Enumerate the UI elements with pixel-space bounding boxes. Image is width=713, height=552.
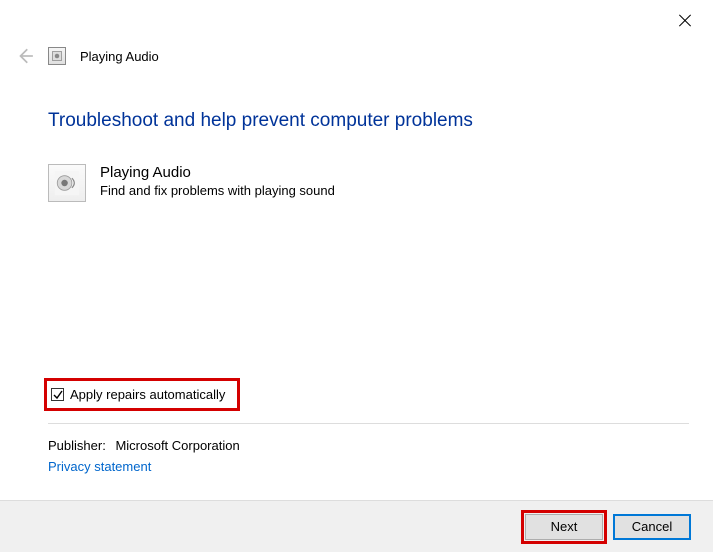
troubleshooter-text: Playing Audio Find and fix problems with…: [100, 164, 335, 198]
publisher-label: Publisher:: [48, 438, 106, 453]
apply-repairs-checkbox[interactable]: Apply repairs automatically: [44, 378, 240, 411]
privacy-statement-link[interactable]: Privacy statement: [48, 459, 689, 474]
next-button[interactable]: Next: [525, 514, 603, 540]
cancel-button[interactable]: Cancel: [613, 514, 691, 540]
close-button[interactable]: [677, 12, 693, 28]
lower-block: Apply repairs automatically Publisher: M…: [48, 378, 689, 474]
troubleshooter-window-icon: [48, 47, 66, 65]
content-area: Troubleshoot and help prevent computer p…: [48, 110, 689, 202]
checkbox-icon: [51, 388, 64, 401]
apply-repairs-label: Apply repairs automatically: [70, 387, 225, 402]
troubleshooter-item: Playing Audio Find and fix problems with…: [48, 164, 689, 202]
publisher-value: Microsoft Corporation: [115, 438, 239, 453]
troubleshooter-name: Playing Audio: [100, 164, 335, 181]
page-heading: Troubleshoot and help prevent computer p…: [48, 110, 689, 132]
troubleshooter-description: Find and fix problems with playing sound: [100, 183, 335, 198]
window-header: Playing Audio: [16, 47, 159, 65]
divider: [48, 423, 689, 424]
publisher-row: Publisher: Microsoft Corporation: [48, 438, 689, 453]
footer-bar: Next Cancel: [0, 500, 713, 552]
audio-troubleshooter-icon: [48, 164, 86, 202]
back-arrow-icon[interactable]: [16, 47, 34, 65]
window-title: Playing Audio: [80, 49, 159, 64]
